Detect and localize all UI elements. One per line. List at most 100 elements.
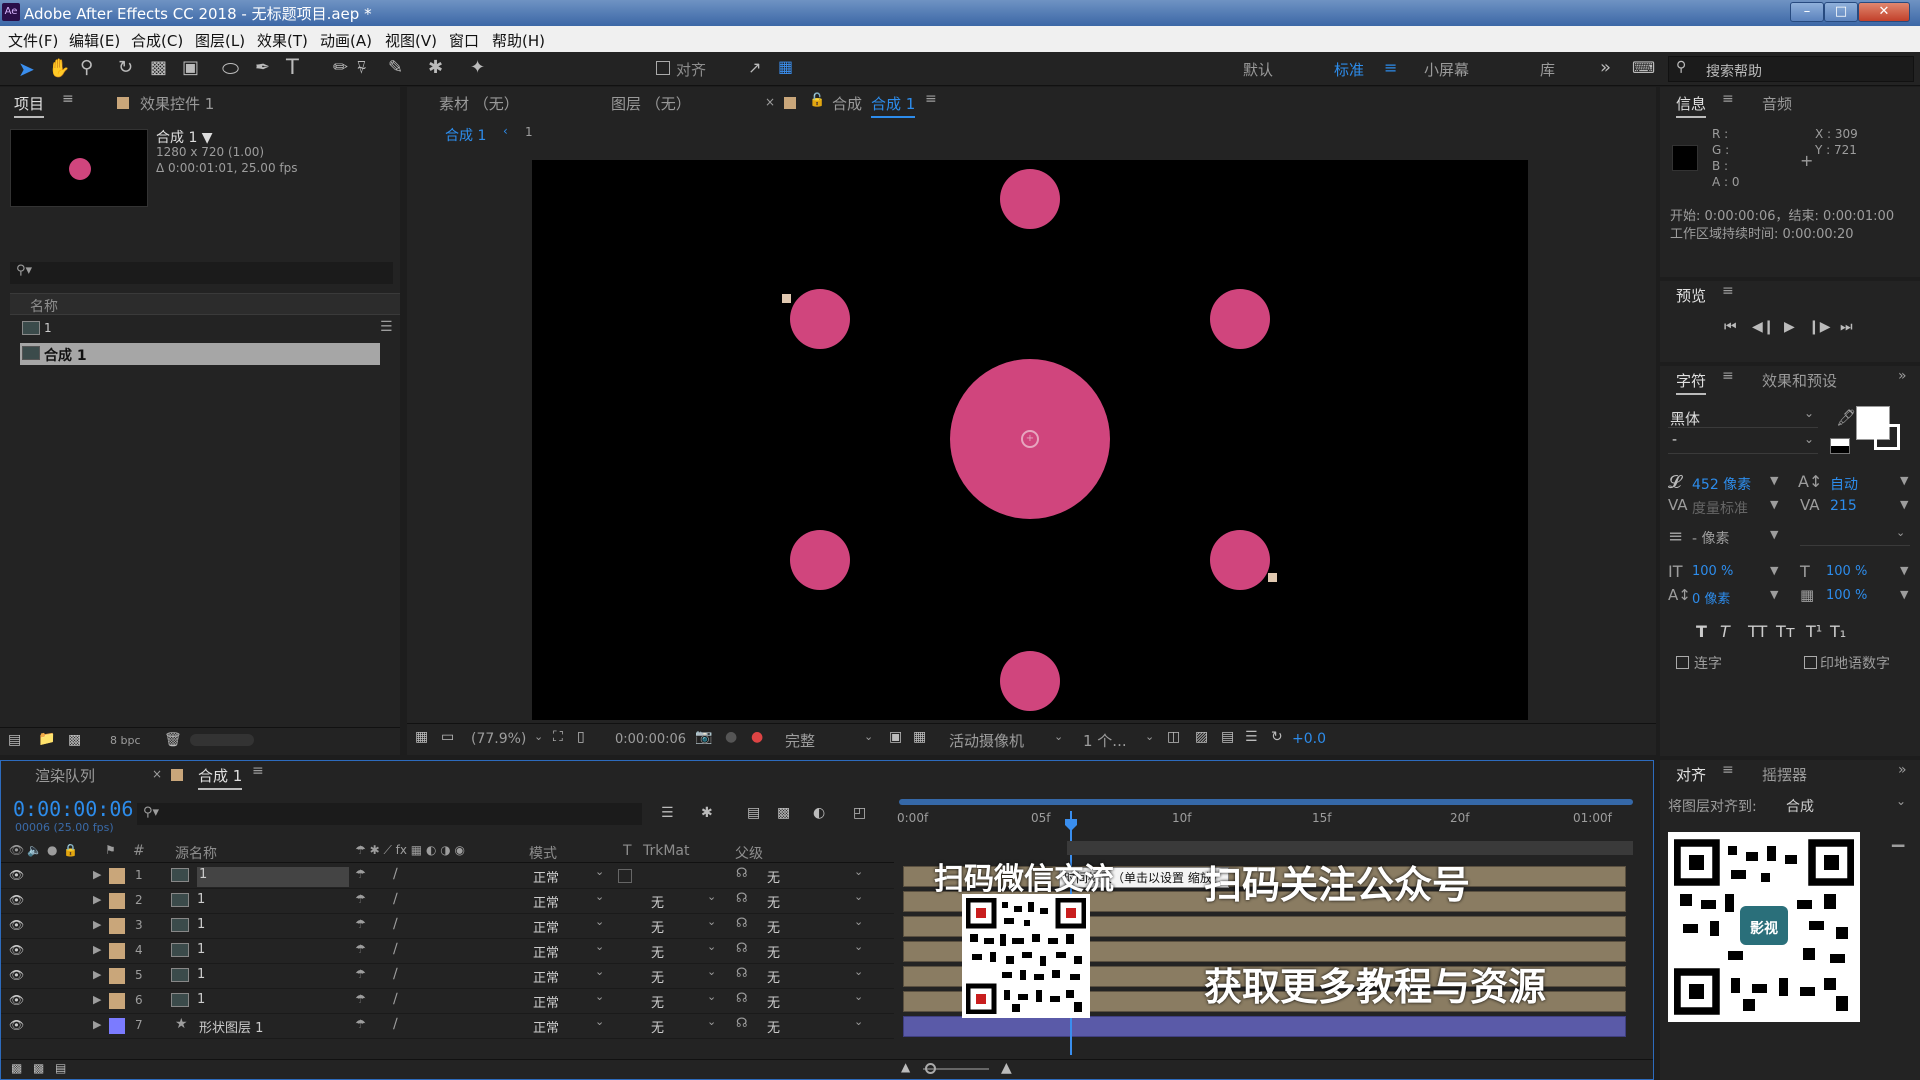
stamp-tool-icon[interactable]: ⍫ (356, 57, 367, 78)
workspace-libraries[interactable]: 库 (1540, 59, 1555, 80)
circle-lower-left[interactable] (790, 530, 850, 590)
mode-select[interactable]: 正常 (533, 942, 559, 961)
col-name[interactable]: 名称 (30, 296, 58, 316)
baseline-shift-value[interactable]: 0 像素 (1692, 588, 1730, 607)
exposure-value[interactable]: +0.0 (1292, 731, 1326, 747)
rotate-tool-icon[interactable]: ↻ (118, 57, 133, 78)
layer-row[interactable]: 👁 ▶ 1 1 ☂ ∕ 正常 ⌄ ☊ 无 ⌄ (1, 864, 894, 889)
layer-label-color[interactable] (109, 1018, 125, 1034)
circle-top[interactable] (1000, 169, 1060, 229)
expand-triangle-icon[interactable]: ▶ (93, 1018, 101, 1031)
brush-tool-icon[interactable]: ✏ (333, 57, 348, 78)
pen-tool-icon[interactable]: ✒ (255, 57, 270, 78)
project-search[interactable] (10, 262, 393, 284)
layer-label-color[interactable] (109, 868, 125, 884)
next-frame-icon[interactable]: ❙▶ (1808, 319, 1831, 335)
vertical-scale-value[interactable]: 100 % (1692, 564, 1733, 579)
tsume-value[interactable]: 100 % (1826, 588, 1867, 603)
font-style-select[interactable]: - ⌄ (1668, 432, 1818, 454)
tab-composition-prefix[interactable]: 合成 (832, 93, 862, 114)
expand-triangle-icon[interactable]: ▶ (93, 893, 101, 906)
help-search-box[interactable] (1668, 56, 1914, 82)
selection-tool-icon[interactable]: ➤ (18, 57, 35, 81)
pickwhip-icon[interactable]: ☊ (736, 1016, 748, 1031)
quality-switch-icon[interactable]: ∕ (393, 991, 398, 1007)
layer-row[interactable]: 👁 ▶ 7 ★ 形状图层 1 ☂ ∕ 正常 ⌄ 无 ⌄ ☊ 无 ⌄ (1, 1014, 894, 1039)
horizontal-scale-value[interactable]: 100 % (1826, 564, 1867, 579)
mode-select[interactable]: 正常 (533, 892, 559, 911)
show-snapshot-icon[interactable]: ● (725, 729, 737, 745)
tab-wiggler[interactable]: 摇摆器 (1762, 764, 1807, 785)
layer-label-color[interactable] (109, 968, 125, 984)
shy-switch-icon[interactable]: ☂ (355, 992, 366, 1006)
menu-edit[interactable]: 编辑(E) (69, 30, 120, 51)
shy-switch-icon[interactable]: ☂ (355, 917, 366, 931)
last-frame-icon[interactable]: ⏭ (1840, 319, 1853, 335)
superscript-button[interactable]: T¹ (1806, 622, 1822, 641)
faux-bold-button[interactable]: T (1696, 622, 1707, 641)
tab-footage[interactable]: 素材 （无） (439, 93, 519, 114)
eye-icon[interactable]: 👁 (9, 893, 24, 907)
project-item-layer[interactable]: 1 ☰ (20, 319, 400, 339)
snap-options-icon[interactable]: ↗ (748, 58, 761, 77)
circle-lower-right[interactable] (1210, 530, 1270, 590)
menu-window[interactable]: 窗口 (449, 30, 479, 51)
timeline-search[interactable] (137, 803, 642, 825)
mode-select[interactable]: 正常 (533, 992, 559, 1011)
eraser-tool-icon[interactable]: ✎ (388, 57, 403, 78)
pickwhip-icon[interactable]: ☊ (736, 891, 748, 906)
preview-menu-icon[interactable]: ≡ (1722, 283, 1734, 299)
hindi-digits-checkbox[interactable] (1804, 656, 1817, 669)
mode-select[interactable]: 正常 (533, 1017, 559, 1036)
quality-switch-icon[interactable]: ∕ (393, 966, 398, 982)
eye-icon[interactable]: 👁 (9, 868, 24, 882)
quality-switch-icon[interactable]: ∕ (393, 1016, 398, 1032)
col-source-name[interactable]: 源名称 (175, 843, 217, 863)
black-white-swatch[interactable] (1830, 438, 1850, 454)
layer-name[interactable]: 1 (197, 992, 205, 1007)
project-item-comp[interactable]: 合成 1 (20, 343, 380, 365)
tab-preview[interactable]: 预览 (1676, 285, 1706, 306)
menu-view[interactable]: 视图(V) (385, 30, 437, 51)
more-workspaces-icon[interactable]: » (1600, 57, 1611, 78)
layer-duration-bar[interactable] (903, 866, 1626, 887)
tab-character[interactable]: 字符 (1676, 370, 1707, 395)
font-size-value[interactable]: 452 像素 (1692, 474, 1751, 494)
motion-blur-icon[interactable]: ◐ (813, 805, 825, 821)
layer-name[interactable]: 1 (197, 917, 205, 932)
always-preview-icon[interactable]: ▦ (415, 729, 428, 745)
breadcrumb-back-icon[interactable]: ‹ (503, 124, 508, 138)
breadcrumb[interactable]: 合成 1 (445, 125, 486, 145)
layer-duration-bar[interactable] (903, 1016, 1626, 1037)
interpret-footage-icon[interactable]: ▤ (8, 732, 21, 748)
fit-icon[interactable]: ⛶ (553, 729, 563, 745)
layer-name[interactable]: 1 (197, 942, 205, 957)
hand-tool-icon[interactable]: ✋ (48, 58, 70, 79)
info-menu-icon[interactable]: ≡ (1722, 91, 1734, 107)
mode-select[interactable]: 正常 (533, 917, 559, 936)
layer-label-color[interactable] (109, 993, 125, 1009)
layer-name[interactable]: 1 (197, 892, 205, 907)
anchor-point-icon[interactable]: + (1021, 430, 1039, 448)
timeline-menu-icon[interactable]: ≡ (252, 763, 264, 779)
pickwhip-icon[interactable]: ☊ (736, 966, 748, 981)
mask-visibility-icon[interactable]: ▯ (577, 729, 585, 745)
layer-label-color[interactable] (109, 918, 125, 934)
menu-help[interactable]: 帮助(H) (492, 30, 545, 51)
close-tab-icon[interactable]: × (765, 95, 775, 109)
trkmat-select[interactable]: 无 (651, 992, 664, 1011)
layer-duration-bar[interactable] (903, 891, 1626, 912)
previous-frame-icon[interactable]: ◀❙ (1752, 319, 1775, 335)
small-caps-button[interactable]: Tт (1776, 622, 1795, 641)
timeline-timecode[interactable]: 0:00:00:06 (13, 797, 133, 821)
parent-select[interactable]: 无 (767, 967, 780, 986)
expand-triangle-icon[interactable]: ▶ (93, 868, 101, 881)
layer-duration-bar[interactable] (903, 916, 1626, 937)
toggle-modes-icon[interactable]: ▩ (33, 1061, 44, 1075)
shape-handle[interactable] (782, 294, 791, 303)
tab-timeline-comp[interactable]: 合成 1 (198, 765, 243, 790)
stroke-color-swatch[interactable] (1874, 424, 1900, 450)
graph-editor-icon[interactable]: ◰ (853, 805, 866, 821)
trkmat-select[interactable]: 无 (651, 917, 664, 936)
layer-duration-bar[interactable] (903, 966, 1626, 987)
